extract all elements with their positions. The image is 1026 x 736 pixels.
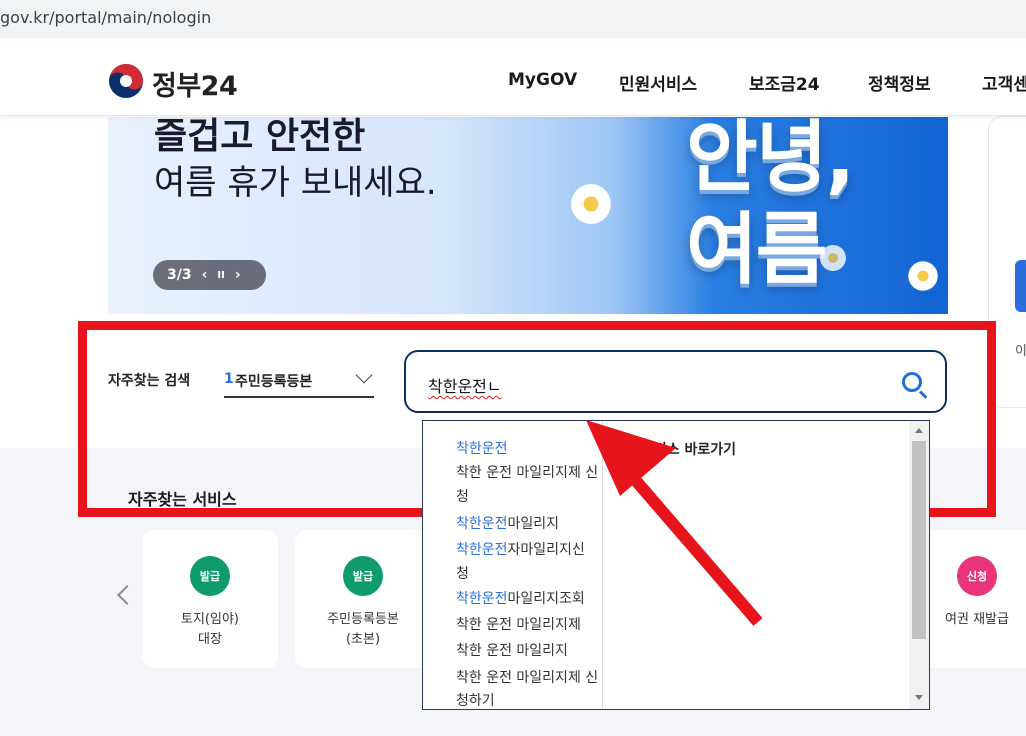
select-value: 주민등록등본 <box>235 374 313 390</box>
banner-page-count: 3/3 <box>167 267 192 283</box>
nav-civil-service[interactable]: 민원서비스 <box>619 70 697 95</box>
autocomplete-item[interactable]: 착한 운전 마일리지제 <box>456 612 581 638</box>
side-card-text: 이 <box>1015 344 1026 359</box>
select-rank-number: 1 <box>224 371 234 387</box>
autocomplete-item-continued[interactable]: 청하기 <box>456 688 495 709</box>
frequent-search-select[interactable]: 1 주민등록등본 <box>224 364 374 398</box>
address-bar[interactable]: gov.kr/portal/main/nologin <box>0 0 1026 38</box>
nav-customer-center[interactable]: 고객센 <box>982 70 1026 95</box>
site-header: 정부24 MyGOV 민원서비스 보조금24 정책정보 고객센 <box>0 46 1026 116</box>
taegeuk-logo-icon[interactable] <box>108 63 144 99</box>
flower-decoration-icon <box>568 181 614 227</box>
scroll-up-icon[interactable] <box>915 428 923 433</box>
apply-badge: 신청 <box>957 556 997 596</box>
url-text[interactable]: gov.kr/portal/main/nologin <box>0 8 211 27</box>
banner-pager: 3/3 ‹ II › <box>153 260 266 290</box>
nav-policy-info[interactable]: 정책정보 <box>868 70 931 95</box>
autocomplete-dropdown: 착한운전 착한 운전 마일리지제 신 청 착한운전마일리지 착한운전자마일리지신… <box>422 420 930 710</box>
frequent-search-label: 자주찾는 검색 <box>108 373 191 389</box>
autocomplete-item-continued[interactable]: 청 <box>456 561 469 587</box>
logo-text[interactable]: 정부24 <box>152 64 238 103</box>
service-shortcut-title: 서비스 바로가기 <box>641 442 737 458</box>
service-name: 주민등록등본 (초본) <box>295 610 431 650</box>
service-name: 토지(임야) 대장 <box>142 610 278 650</box>
service-name-line1: 토지(임야) <box>181 612 239 627</box>
flower-decoration-icon <box>906 259 940 293</box>
main-banner[interactable]: 즐겁고 안전한 여름 휴가 보내세요. 안녕, 여름 3/3 ‹ II › <box>108 117 948 314</box>
banner-big-text-2: 여름 <box>686 205 828 295</box>
banner-next-button[interactable]: › <box>235 267 241 283</box>
chevron-down-icon[interactable] <box>355 366 373 384</box>
scrollbar-thumb[interactable] <box>912 441 926 639</box>
autocomplete-list: 착한운전 착한 운전 마일리지제 신 청 착한운전마일리지 착한운전자마일리지신… <box>423 421 603 709</box>
service-name-line1: 주민등록등본 <box>327 612 399 627</box>
service-name-line2: (초본) <box>345 632 381 647</box>
banner-pause-button[interactable]: II <box>217 270 224 281</box>
autocomplete-item[interactable]: 착한 운전 마일리지 <box>456 638 568 664</box>
search-icon[interactable] <box>902 372 922 392</box>
issue-badge: 발급 <box>343 556 383 596</box>
nav-subsidy[interactable]: 보조금24 <box>749 70 820 95</box>
issue-badge: 발급 <box>190 556 230 596</box>
autocomplete-item-continued[interactable]: 청 <box>456 484 469 510</box>
dropdown-scrollbar[interactable] <box>909 421 929 709</box>
banner-subheadline: 여름 휴가 보내세요. <box>154 163 437 203</box>
service-card-land-register[interactable]: 발급 토지(임야) 대장 <box>142 530 278 668</box>
page: gov.kr/portal/main/nologin 정부24 MyGOV 민원… <box>0 0 1026 736</box>
nav-mygov[interactable]: MyGOV <box>508 70 577 90</box>
banner-prev-button[interactable]: ‹ <box>202 267 208 283</box>
autocomplete-item[interactable]: 착한운전마일리지 <box>456 511 559 537</box>
banner-headline: 즐겁고 안전한 <box>154 117 366 157</box>
search-input[interactable]: 착한운전ㄴ <box>404 350 947 413</box>
autocomplete-item[interactable]: 착한운전 <box>456 436 508 462</box>
autocomplete-item[interactable]: 착한운전마일리지조회 <box>456 586 585 612</box>
autocomplete-item[interactable]: 착한운전자마일리지신 <box>456 537 585 563</box>
autocomplete-item[interactable]: 착한 운전 마일리지제 신 <box>456 460 598 486</box>
scroll-down-icon[interactable] <box>915 695 923 700</box>
service-card-resident-register[interactable]: 발급 주민등록등본 (초본) <box>295 530 431 668</box>
login-button[interactable] <box>1015 260 1026 312</box>
flower-decoration-icon <box>818 243 848 273</box>
search-query-text[interactable]: 착한운전ㄴ <box>428 373 502 397</box>
service-name-line2: 대장 <box>198 632 222 647</box>
frequent-services-title: 자주찾는 서비스 <box>128 490 237 509</box>
